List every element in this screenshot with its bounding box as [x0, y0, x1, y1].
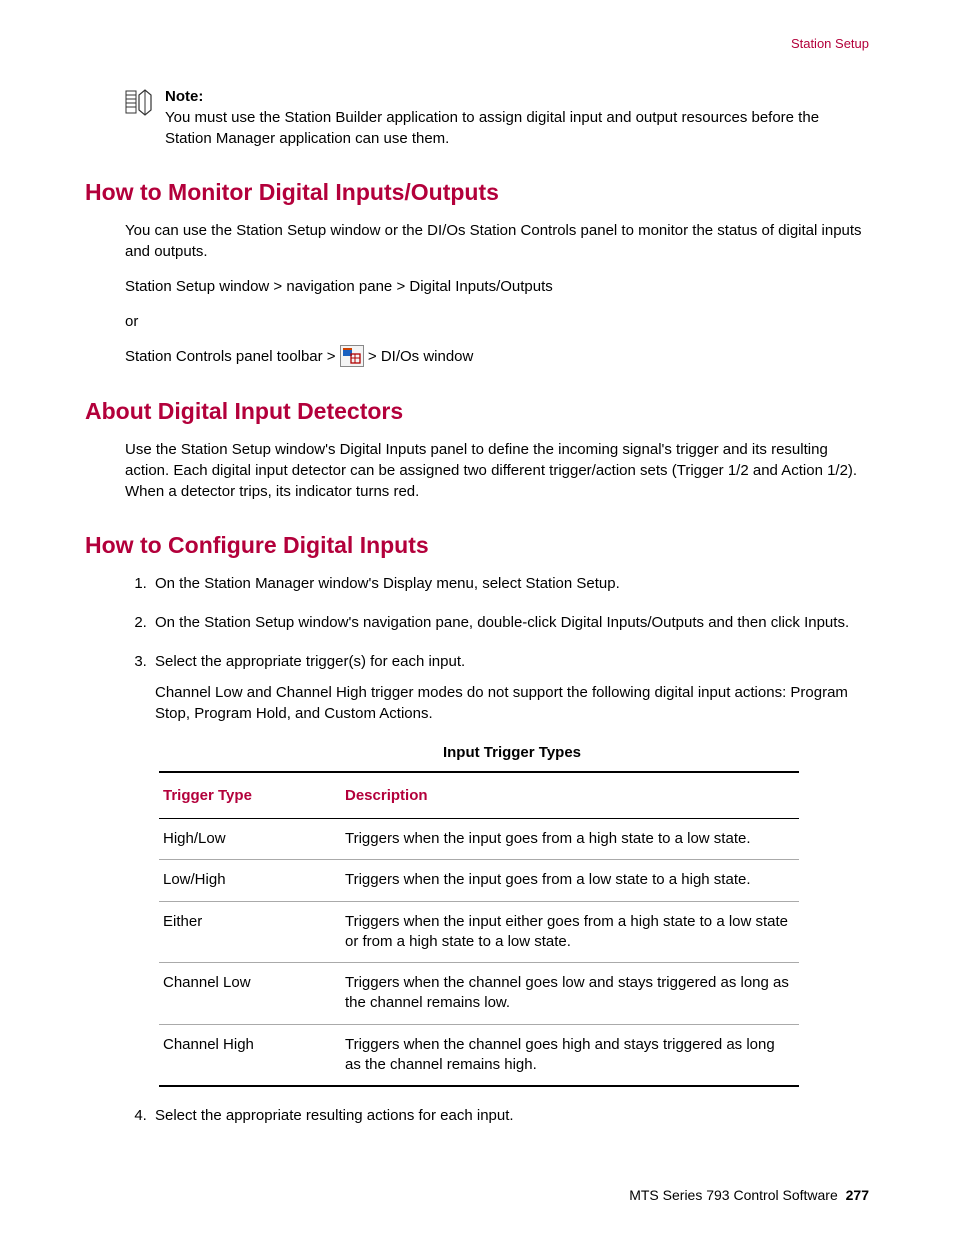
heading-configure-inputs: How to Configure Digital Inputs — [85, 532, 869, 559]
document-page: Station Setup Note: You must use the Sta… — [0, 0, 954, 1235]
section1-p2: Station Setup window > navigation pane >… — [125, 276, 869, 297]
table-row: Low/High Triggers when the input goes fr… — [159, 860, 799, 901]
step-3: Select the appropriate trigger(s) for ea… — [151, 651, 869, 1087]
th-description: Description — [341, 772, 799, 819]
table-row: Either Triggers when the input either go… — [159, 901, 799, 963]
step-3-text: Select the appropriate trigger(s) for ea… — [155, 653, 465, 670]
page-footer: MTS Series 793 Control Software 277 — [629, 1187, 869, 1203]
cell-type: High/Low — [159, 819, 341, 860]
th-trigger-type: Trigger Type — [159, 772, 341, 819]
note-pencil-icon — [125, 88, 153, 116]
cell-type: Low/High — [159, 860, 341, 901]
steps-list: On the Station Manager window's Display … — [125, 573, 869, 1126]
step-1: On the Station Manager window's Display … — [151, 573, 869, 594]
cell-type: Channel High — [159, 1024, 341, 1086]
section1-body: You can use the Station Setup window or … — [125, 220, 869, 368]
section1-p4: Station Controls panel toolbar > > DI/Os… — [125, 346, 869, 368]
table-row: Channel High Triggers when the channel g… — [159, 1024, 799, 1086]
section2-p1: Use the Station Setup window's Digital I… — [125, 439, 869, 502]
note-body: You must use the Station Builder applica… — [165, 109, 819, 147]
step-2-text: On the Station Setup window's navigation… — [155, 614, 849, 631]
section1-p3: or — [125, 311, 869, 332]
header-section-label: Station Setup — [791, 36, 869, 51]
cell-desc: Triggers when the channel goes high and … — [341, 1024, 799, 1086]
step-4-text: Select the appropriate resulting actions… — [155, 1107, 514, 1124]
table-caption: Input Trigger Types — [155, 742, 869, 763]
cell-type: Either — [159, 901, 341, 963]
note-label: Note: — [165, 88, 203, 105]
heading-monitor-dio: How to Monitor Digital Inputs/Outputs — [85, 179, 869, 206]
section1-p4b: > DI/Os window — [368, 348, 473, 365]
section2-body: Use the Station Setup window's Digital I… — [125, 439, 869, 502]
step-4: Select the appropriate resulting actions… — [151, 1105, 869, 1126]
note-text: Note: You must use the Station Builder a… — [165, 86, 869, 149]
cell-type: Channel Low — [159, 963, 341, 1025]
footer-product: MTS Series 793 Control Software — [629, 1187, 838, 1203]
table-row: High/Low Triggers when the input goes fr… — [159, 819, 799, 860]
cell-desc: Triggers when the input either goes from… — [341, 901, 799, 963]
note-block: Note: You must use the Station Builder a… — [125, 86, 869, 149]
cell-desc: Triggers when the input goes from a low … — [341, 860, 799, 901]
step-1-text: On the Station Manager window's Display … — [155, 575, 620, 592]
section1-p1: You can use the Station Setup window or … — [125, 220, 869, 262]
trigger-types-table: Trigger Type Description High/Low Trigge… — [159, 771, 799, 1087]
section1-p4a: Station Controls panel toolbar > — [125, 348, 340, 365]
dio-toolbar-icon — [340, 345, 364, 367]
step-2: On the Station Setup window's navigation… — [151, 612, 869, 633]
table-row: Channel Low Triggers when the channel go… — [159, 963, 799, 1025]
footer-page-number: 277 — [846, 1187, 869, 1203]
cell-desc: Triggers when the input goes from a high… — [341, 819, 799, 860]
heading-about-detectors: About Digital Input Detectors — [85, 398, 869, 425]
cell-desc: Triggers when the channel goes low and s… — [341, 963, 799, 1025]
step-3-extra: Channel Low and Channel High trigger mod… — [155, 682, 869, 724]
